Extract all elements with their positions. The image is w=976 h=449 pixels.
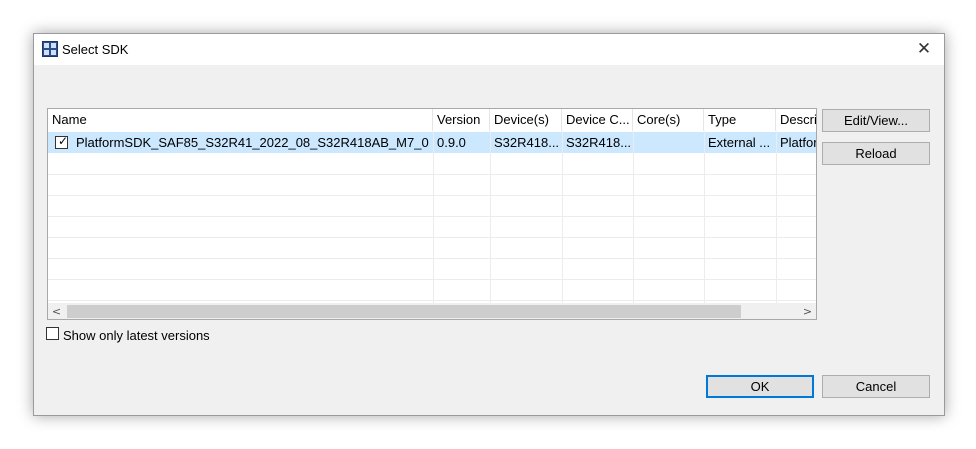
- cell-devices: S32R418...: [494, 135, 560, 150]
- dialog-title: Select SDK: [62, 42, 129, 57]
- column-cores[interactable]: Core(s): [633, 109, 704, 131]
- cell-type: External ...: [708, 135, 771, 150]
- show-latest-checkbox[interactable]: [46, 327, 59, 340]
- grid-line: [633, 131, 634, 303]
- reload-button[interactable]: Reload: [822, 142, 930, 165]
- table-header: Name Version Device(s) Device C... Core(…: [48, 109, 816, 131]
- grid-line: [776, 131, 777, 303]
- select-sdk-dialog: Select SDK ✕ Name Version Device(s) Devi…: [33, 33, 945, 416]
- column-device-c[interactable]: Device C...: [562, 109, 633, 131]
- column-version[interactable]: Version: [433, 109, 490, 131]
- scroll-right-icon[interactable]: >: [799, 303, 816, 319]
- grid-line: [490, 131, 491, 303]
- scrollbar-thumb[interactable]: [67, 305, 741, 318]
- cell-name: PlatformSDK_SAF85_S32R41_2022_08_S32R418…: [76, 135, 429, 150]
- grid-line: [704, 131, 705, 303]
- cell-description: Platfor: [780, 135, 817, 150]
- cell-version: 0.9.0: [437, 135, 466, 150]
- sdk-app-icon: [42, 41, 58, 57]
- horizontal-scrollbar[interactable]: < >: [48, 303, 816, 319]
- show-latest-label: Show only latest versions: [63, 328, 210, 343]
- scroll-left-icon[interactable]: <: [48, 303, 65, 319]
- grid-line: [433, 131, 434, 303]
- column-description[interactable]: Descrip: [776, 109, 816, 131]
- cell-device-c: S32R418...: [566, 135, 632, 150]
- column-type[interactable]: Type: [704, 109, 776, 131]
- edit-view-button[interactable]: Edit/View...: [822, 109, 930, 132]
- close-icon[interactable]: ✕: [912, 38, 936, 60]
- column-devices[interactable]: Device(s): [490, 109, 562, 131]
- column-name[interactable]: Name: [48, 109, 433, 131]
- grid-line: [562, 131, 563, 303]
- ok-button[interactable]: OK: [706, 375, 814, 398]
- cancel-button[interactable]: Cancel: [822, 375, 930, 398]
- sdk-table[interactable]: Name Version Device(s) Device C... Core(…: [47, 108, 817, 320]
- title-bar: Select SDK ✕: [34, 34, 944, 65]
- row-checkbox[interactable]: ✓: [55, 134, 69, 149]
- cell-cores: [633, 132, 704, 153]
- checkmark-icon: ✓: [58, 134, 69, 148]
